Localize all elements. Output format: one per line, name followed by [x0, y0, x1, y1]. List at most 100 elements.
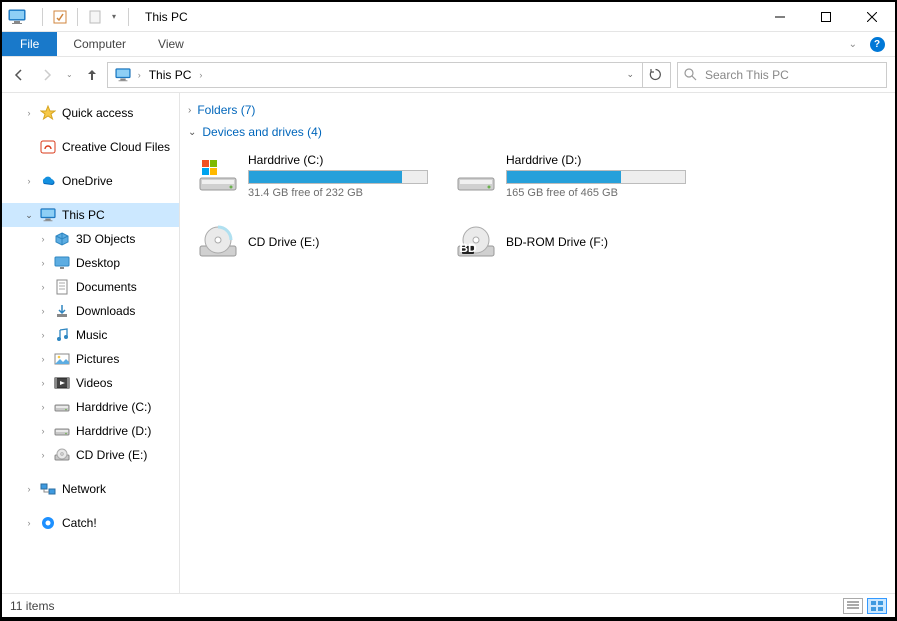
tree-onedrive[interactable]: › OneDrive	[2, 169, 179, 193]
folder-icon	[54, 351, 70, 367]
expand-icon[interactable]: ›	[38, 282, 48, 292]
tree-quick-access[interactable]: › Quick access	[2, 101, 179, 125]
this-pc-icon	[8, 8, 26, 26]
group-folders-label: Folders (7)	[197, 103, 255, 117]
folder-icon	[54, 279, 70, 295]
breadcrumb-this-pc[interactable]: This PC	[143, 68, 198, 82]
expand-icon[interactable]: ›	[24, 108, 34, 118]
drive-item[interactable]: BD BD-ROM Drive (F:)	[454, 213, 702, 271]
folder-icon	[54, 303, 70, 319]
expand-icon[interactable]: ›	[38, 306, 48, 316]
qat-properties-icon[interactable]	[49, 6, 71, 28]
creative-cloud-icon	[40, 139, 56, 155]
folder-icon	[54, 375, 70, 391]
group-drives-header[interactable]: ⌄ Devices and drives (4)	[186, 121, 889, 143]
view-details-button[interactable]	[843, 598, 863, 614]
address-history-dropdown[interactable]: ⌄	[618, 69, 642, 80]
svg-text:BD: BD	[459, 241, 477, 255]
address-bar[interactable]: › This PC › ⌄	[107, 62, 671, 88]
expand-icon[interactable]: ›	[24, 518, 34, 528]
tree-item-label: Harddrive (D:)	[76, 424, 151, 438]
folder-icon	[54, 231, 70, 247]
ribbon-file-tab[interactable]: File	[2, 32, 57, 56]
maximize-button[interactable]	[803, 2, 849, 32]
tree-creative-cloud[interactable]: Creative Cloud Files	[2, 135, 179, 159]
qat-dropdown-icon[interactable]: ▾	[108, 12, 120, 21]
tree-item-label: Desktop	[76, 256, 120, 270]
breadcrumb-sep-icon[interactable]: ›	[136, 70, 143, 80]
view-tiles-button[interactable]	[867, 598, 887, 614]
expand-icon[interactable]: ›	[38, 450, 48, 460]
tree-item-label: Pictures	[76, 352, 119, 366]
expand-icon[interactable]: ›	[38, 354, 48, 364]
chevron-right-icon: ›	[188, 105, 191, 116]
help-button[interactable]: ?	[865, 32, 889, 56]
chevron-down-icon: ⌄	[188, 127, 196, 138]
folder-icon	[54, 423, 70, 439]
tree-this-pc[interactable]: ⌄ This PC	[2, 203, 179, 227]
tree-item[interactable]: › Harddrive (C:)	[2, 395, 179, 419]
status-bar: 11 items	[2, 593, 895, 617]
tree-item[interactable]: › Videos	[2, 371, 179, 395]
drive-free-space: 165 GB free of 465 GB	[506, 187, 700, 199]
nav-history-dropdown[interactable]: ⌄	[66, 70, 73, 79]
tree-item-label: Documents	[76, 280, 137, 294]
qat-new-folder-icon[interactable]	[84, 6, 106, 28]
this-pc-icon	[40, 207, 56, 223]
nav-forward-button[interactable]	[38, 66, 56, 84]
tree-item[interactable]: › Harddrive (D:)	[2, 419, 179, 443]
nav-back-button[interactable]	[10, 66, 28, 84]
drive-name: Harddrive (D:)	[506, 153, 700, 167]
tree-network[interactable]: › Network	[2, 477, 179, 501]
tree-item[interactable]: › CD Drive (E:)	[2, 443, 179, 467]
breadcrumb-sep-icon[interactable]: ›	[197, 70, 204, 80]
tree-item-label: Harddrive (C:)	[76, 400, 151, 414]
tree-item-label: Videos	[76, 376, 112, 390]
expand-icon[interactable]: ›	[24, 176, 34, 186]
drive-icon	[198, 156, 238, 196]
group-drives-label: Devices and drives (4)	[202, 125, 321, 139]
expand-icon[interactable]: ›	[38, 330, 48, 340]
ribbon-expand-icon[interactable]: ⌄	[849, 32, 857, 56]
search-input[interactable]	[705, 68, 880, 82]
expand-icon[interactable]: ›	[38, 378, 48, 388]
collapse-icon[interactable]: ⌄	[24, 210, 34, 221]
tree-item[interactable]: › Pictures	[2, 347, 179, 371]
tree-item-label: CD Drive (E:)	[76, 448, 147, 462]
title-bar: ▾ This PC	[2, 2, 895, 32]
expand-icon[interactable]: ›	[24, 484, 34, 494]
tree-item[interactable]: › Desktop	[2, 251, 179, 275]
drive-item[interactable]: Harddrive (D:) 165 GB free of 465 GB	[454, 147, 702, 205]
nav-up-button[interactable]	[83, 66, 101, 84]
tree-item[interactable]: › Documents	[2, 275, 179, 299]
network-icon	[40, 481, 56, 497]
expand-icon[interactable]: ›	[38, 234, 48, 244]
tree-item[interactable]: ›3D Objects	[2, 227, 179, 251]
ribbon-tab-computer[interactable]: Computer	[57, 32, 142, 56]
minimize-button[interactable]	[757, 2, 803, 32]
drive-name: CD Drive (E:)	[248, 235, 442, 249]
close-button[interactable]	[849, 2, 895, 32]
help-icon: ?	[870, 37, 885, 52]
tree-item[interactable]: ›Music	[2, 323, 179, 347]
drive-item[interactable]: Harddrive (C:)31.4 GB free of 232 GB	[196, 147, 444, 205]
onedrive-icon	[40, 173, 56, 189]
tree-catch[interactable]: › Catch!	[2, 511, 179, 535]
expand-icon[interactable]: ›	[38, 258, 48, 268]
search-box[interactable]	[677, 62, 887, 88]
expand-icon[interactable]: ›	[38, 402, 48, 412]
expand-icon[interactable]: ›	[38, 426, 48, 436]
drive-item[interactable]: CD Drive (E:)	[196, 213, 444, 271]
folder-icon	[54, 327, 70, 343]
content-pane: › Folders (7) ⌄ Devices and drives (4) H…	[180, 93, 895, 593]
refresh-button[interactable]	[642, 63, 668, 87]
nav-bar: ⌄ › This PC › ⌄	[2, 57, 895, 93]
status-item-count: 11 items	[10, 599, 54, 613]
drive-name: BD-ROM Drive (F:)	[506, 235, 700, 249]
tree-item[interactable]: ›Downloads	[2, 299, 179, 323]
folder-icon	[54, 447, 70, 463]
search-icon	[684, 68, 697, 81]
group-folders-header[interactable]: › Folders (7)	[186, 99, 889, 121]
ribbon-tab-view[interactable]: View	[142, 32, 200, 56]
address-this-pc-icon	[114, 66, 132, 84]
